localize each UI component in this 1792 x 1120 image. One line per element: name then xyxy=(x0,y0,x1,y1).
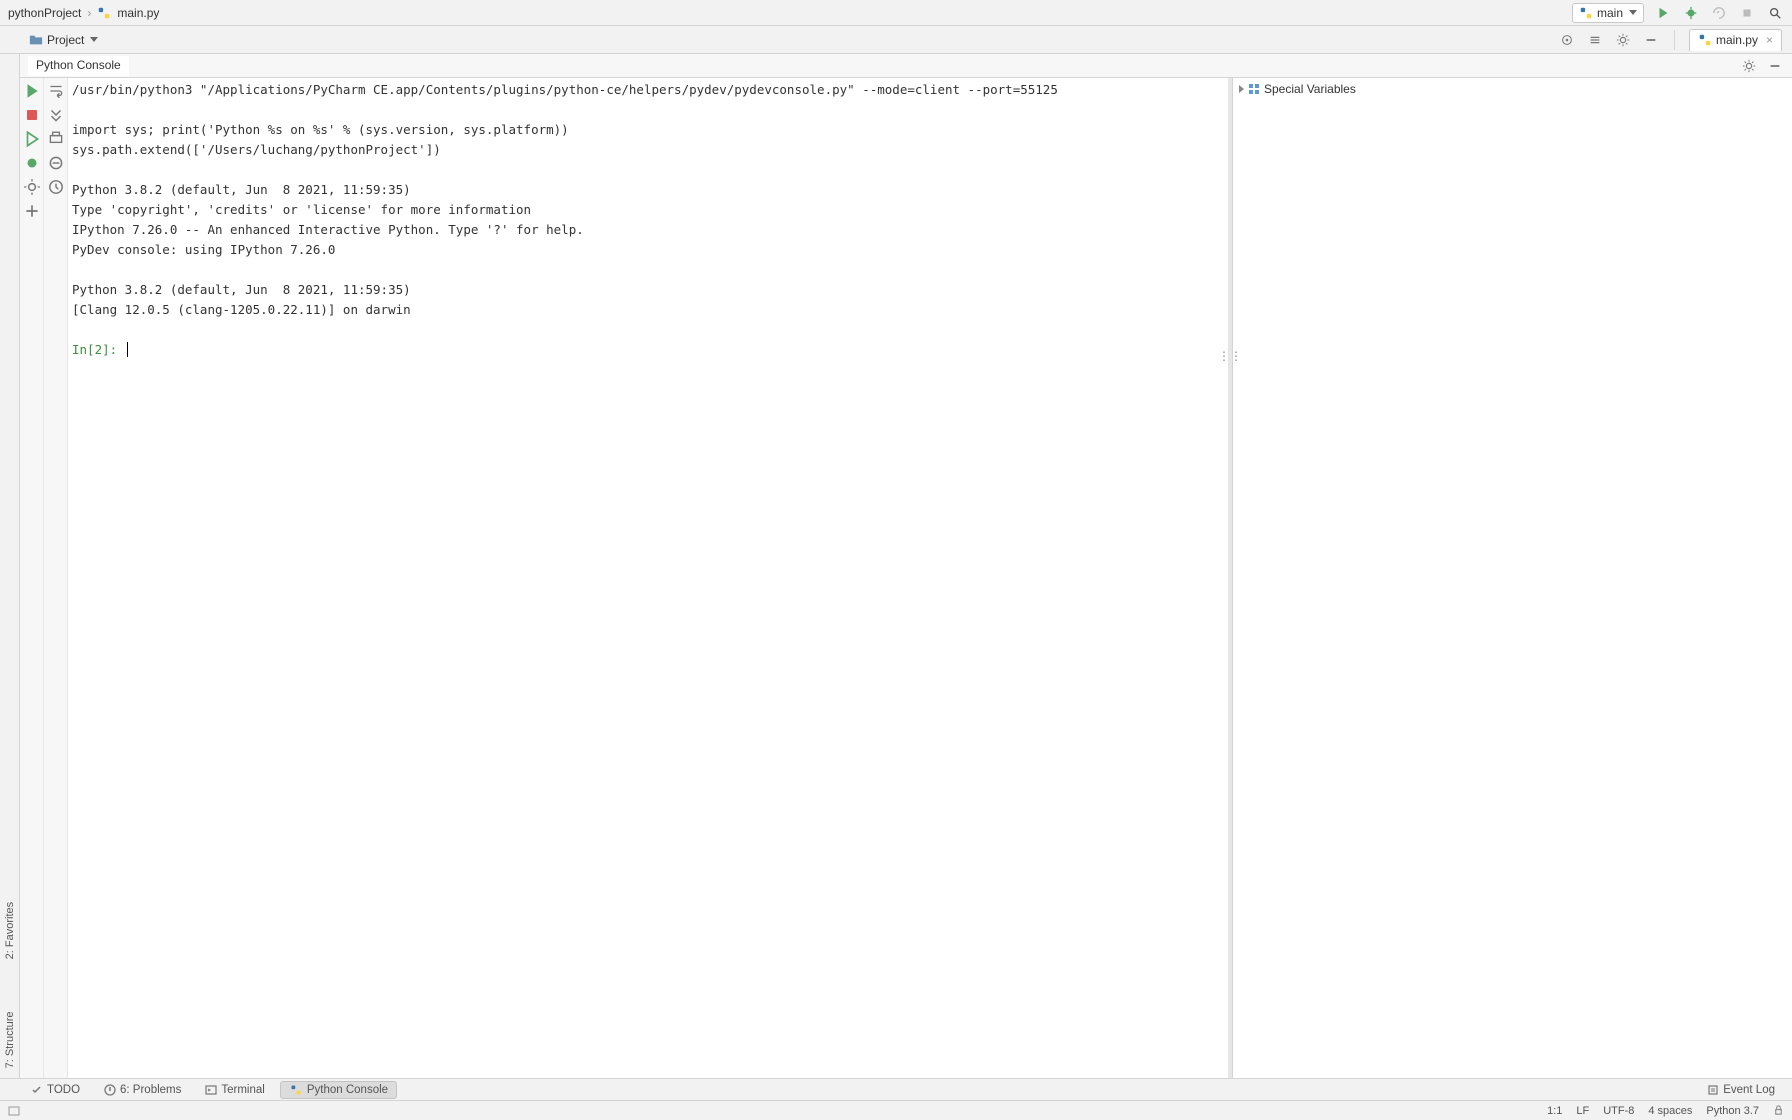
hide-icon[interactable] xyxy=(1766,57,1784,75)
text-cursor xyxy=(127,342,129,357)
show-variables-button[interactable] xyxy=(47,154,65,172)
terminal-tab-label: Terminal xyxy=(221,1084,264,1096)
divider xyxy=(1674,30,1675,50)
breadcrumb-separator: › xyxy=(87,6,91,20)
stop-button[interactable] xyxy=(23,106,41,124)
resize-handle-icon: ⋮⋮ xyxy=(1222,348,1238,364)
special-variables-label: Special Variables xyxy=(1264,82,1356,96)
console-tab-title[interactable]: Python Console xyxy=(28,56,129,76)
special-variables-node[interactable]: Special Variables xyxy=(1239,82,1786,96)
event-log-tab[interactable]: Event Log xyxy=(1698,1082,1784,1098)
print-button[interactable] xyxy=(47,130,65,148)
run-button[interactable] xyxy=(1654,4,1672,22)
folder-icon xyxy=(29,33,43,47)
editor-tab-main[interactable]: main.py × xyxy=(1689,29,1782,51)
debug-button[interactable] xyxy=(1682,4,1700,22)
variables-panel: Special Variables xyxy=(1232,78,1792,1078)
stop-button[interactable] xyxy=(1738,4,1756,22)
console-action-column-1 xyxy=(20,78,44,1078)
status-hint-icon[interactable] xyxy=(8,1105,20,1117)
chevron-down-icon xyxy=(1629,10,1637,15)
tree-expand-icon[interactable] xyxy=(1239,85,1244,93)
status-bar: 1:1 LF UTF-8 4 spaces Python 3.7 xyxy=(0,1100,1792,1120)
panel-splitter[interactable]: ⋮⋮ xyxy=(1228,78,1232,1078)
scroll-to-end-button[interactable] xyxy=(47,106,65,124)
console-line: IPython 7.26.0 -- An enhanced Interactiv… xyxy=(72,222,584,237)
execute-button[interactable] xyxy=(23,130,41,148)
python-file-icon xyxy=(1698,33,1712,47)
breadcrumb: pythonProject › main.py xyxy=(8,6,159,20)
toolbar-right: main xyxy=(1572,3,1784,23)
python-file-icon xyxy=(97,6,111,20)
console-line: sys.path.extend(['/Users/luchang/pythonP… xyxy=(72,142,441,157)
new-console-button[interactable] xyxy=(23,202,41,220)
gear-icon[interactable] xyxy=(1740,57,1758,75)
console-line: PyDev console: using IPython 7.26.0 xyxy=(72,242,335,257)
indent-setting[interactable]: 4 spaces xyxy=(1648,1105,1692,1117)
tool-window-bar: Project main.py × xyxy=(0,26,1792,54)
cursor-position[interactable]: 1:1 xyxy=(1547,1105,1562,1117)
python-console-tab-label: Python Console xyxy=(307,1084,388,1096)
editor-tabs: main.py × xyxy=(1689,29,1782,51)
variables-grid-icon xyxy=(1248,83,1260,95)
run-configuration-selector[interactable]: main xyxy=(1572,3,1644,23)
sidebar-favorites-button[interactable]: 2: Favorites xyxy=(4,902,16,959)
python-file-icon xyxy=(1579,6,1593,20)
close-icon[interactable]: × xyxy=(1766,33,1773,47)
soft-wrap-button[interactable] xyxy=(47,82,65,100)
console-line: /usr/bin/python3 "/Applications/PyCharm … xyxy=(72,82,1058,97)
python-console-tab[interactable]: Python Console xyxy=(280,1081,397,1099)
breadcrumb-file[interactable]: main.py xyxy=(117,6,159,20)
main-area: 7: Structure 2: Favorites Python Console xyxy=(0,54,1792,1078)
debug-console-button[interactable] xyxy=(23,154,41,172)
settings-button[interactable] xyxy=(23,178,41,196)
left-tool-stripe: 7: Structure 2: Favorites xyxy=(0,54,20,1078)
settings-icon[interactable] xyxy=(1614,31,1632,49)
hide-icon[interactable] xyxy=(1642,31,1660,49)
console-prompt: In[2]: xyxy=(72,342,125,357)
breadcrumb-project[interactable]: pythonProject xyxy=(8,6,81,20)
run-config-label: main xyxy=(1597,6,1623,20)
line-ending[interactable]: LF xyxy=(1576,1105,1589,1117)
sidebar-structure-button[interactable]: 7: Structure xyxy=(4,1011,16,1068)
console-header: Python Console xyxy=(20,54,1792,78)
lock-icon[interactable] xyxy=(1773,1105,1784,1116)
chevron-down-icon xyxy=(90,37,98,42)
todo-tab[interactable]: TODO xyxy=(22,1082,89,1098)
console-action-column-2 xyxy=(44,78,68,1078)
console-line: Type 'copyright', 'credits' or 'license'… xyxy=(72,202,531,217)
rerun-button[interactable] xyxy=(23,82,41,100)
navigation-bar: pythonProject › main.py main xyxy=(0,0,1792,26)
problems-tab[interactable]: 6: Problems xyxy=(95,1082,190,1098)
editor-tab-label: main.py xyxy=(1716,33,1758,47)
python-icon xyxy=(289,1083,303,1097)
file-encoding[interactable]: UTF-8 xyxy=(1603,1105,1634,1117)
console-line: [Clang 12.0.5 (clang-1205.0.22.11)] on d… xyxy=(72,302,411,317)
bottom-tool-bar: TODO 6: Problems Terminal Python Console… xyxy=(0,1078,1792,1100)
interpreter-setting[interactable]: Python 3.7 xyxy=(1706,1105,1759,1117)
history-button[interactable] xyxy=(47,178,65,196)
project-tool-label: Project xyxy=(47,33,84,47)
locate-icon[interactable] xyxy=(1558,31,1576,49)
todo-tab-label: TODO xyxy=(47,1084,80,1096)
terminal-tab[interactable]: Terminal xyxy=(196,1082,273,1098)
console-output[interactable]: /usr/bin/python3 "/Applications/PyCharm … xyxy=(68,78,1228,1078)
console-line: import sys; print('Python %s on %s' % (s… xyxy=(72,122,569,137)
run-with-coverage-button[interactable] xyxy=(1710,4,1728,22)
search-everywhere-button[interactable] xyxy=(1766,4,1784,22)
event-log-tab-label: Event Log xyxy=(1723,1084,1775,1096)
console-line: Python 3.8.2 (default, Jun 8 2021, 11:59… xyxy=(72,182,411,197)
project-tool-button[interactable]: Project xyxy=(22,30,105,50)
console-line: Python 3.8.2 (default, Jun 8 2021, 11:59… xyxy=(72,282,411,297)
python-console-panel: Python Console xyxy=(20,54,1792,1078)
expand-all-icon[interactable] xyxy=(1586,31,1604,49)
problems-tab-label: 6: Problems xyxy=(120,1084,181,1096)
